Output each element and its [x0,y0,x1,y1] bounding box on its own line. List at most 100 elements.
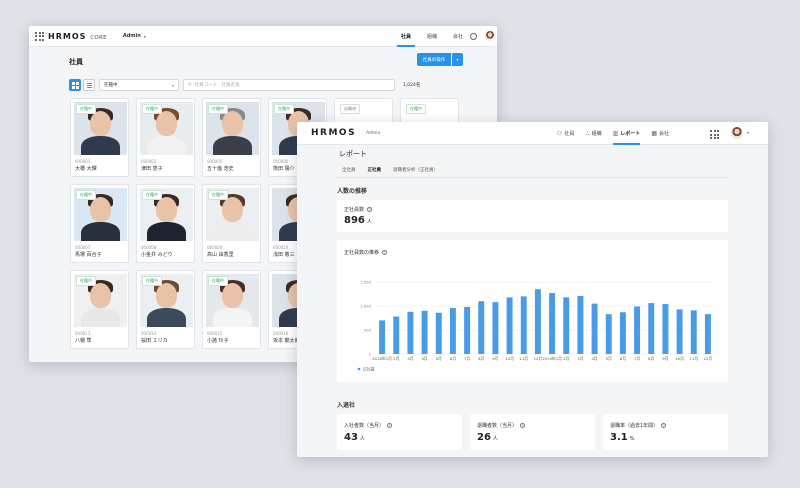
stat-card: 退職率（過去1年間）? 3.1% [603,414,728,450]
employee-action-button[interactable]: 社員の操作 [417,53,451,66]
x-tick-label: 3月 [407,356,413,361]
chart-bar [549,293,556,354]
nav-organization[interactable]: 組織 [423,26,441,47]
employee-name: 津田 恵子 [141,166,163,172]
x-tick-label: 8月 [478,356,484,361]
employee-name: 大橋 大輝 [75,166,97,172]
grid-view-icon[interactable] [69,79,81,91]
x-tick-label: 2月 [563,356,569,361]
status-filter-value: 在籍中 [104,83,118,88]
employee-card[interactable]: 在籍中 000008 小金井 みどり [136,184,195,263]
list-toolbar: 在籍中 ▾ ⚲ 社員コード、社員名等 1,024名 [69,79,420,91]
x-tick-label: 5月 [606,356,612,361]
chart-bar [634,306,641,354]
employee-name: 小諸 玲子 [207,338,229,344]
gear-icon[interactable] [470,33,477,40]
employee-name: 高山 由香里 [207,252,234,258]
employee-name: 八幡 隼 [75,338,92,344]
stat-value: 43 人 [344,432,365,443]
employee-action-group: 社員の操作 ▾ [417,53,463,66]
employee-name: 馬場 百合子 [75,252,102,258]
status-badge: 退職済 [340,104,360,114]
legend-label: 正社員 [363,367,375,372]
tabs-divider [337,177,728,178]
app-launcher-icon[interactable] [35,31,44,41]
status-badge: 在籍中 [142,104,162,114]
main-nav: 社員 組織 会社 [397,26,467,47]
employee-id: 000015 [207,331,223,336]
regular-count-value: 896 人 [344,215,372,226]
employee-id: 000005 [207,159,223,164]
chevron-down-icon[interactable]: ▾ [747,130,749,135]
status-badge: 在籍中 [76,276,96,286]
nav-employees[interactable]: ⚇ 社員 [557,122,574,145]
x-tick-label: 3月 [577,356,583,361]
chart-bar [407,311,414,354]
x-tick-label: 12月 [704,356,713,361]
nav-report[interactable]: ▥ レポート [612,122,640,145]
user-avatar[interactable] [731,127,743,139]
regular-count-panel: 正社員数? 896 人 [337,200,728,232]
chart-bar [591,303,598,354]
action-dropdown-button[interactable]: ▾ [452,53,463,66]
status-badge: 在籍中 [76,104,96,114]
employee-card[interactable]: 在籍中 000007 馬場 百合子 [70,184,129,263]
trend-chart-panel: 正社員数の推移? 1,500 1,000 500 0 2018年1月 2月 3月 4月 5月 6月… [337,240,728,382]
employee-card[interactable]: 在籍中 000015 小諸 玲子 [202,270,261,349]
employee-card[interactable]: 在籍中 000005 五十嵐 浩史 [202,98,261,177]
status-filter-select[interactable]: 在籍中 ▾ [99,79,179,91]
help-icon[interactable]: ? [661,423,667,428]
help-icon[interactable]: ? [387,423,393,428]
chart-bar [605,314,612,354]
employee-id: 000014 [141,331,157,336]
nav-company[interactable]: ▦ 会社 [651,122,669,145]
x-tick-label: 2019年1月 [542,356,562,361]
x-tick-label: 4月 [421,356,427,361]
x-tick-label: 6月 [450,356,456,361]
nav-company[interactable]: 会社 [449,26,467,47]
logo[interactable]: HRMOS CORE [48,32,107,41]
employee-card[interactable]: 在籍中 000014 桜田 エリカ [136,270,195,349]
x-tick-label: 12月 [534,356,543,361]
status-badge: 在籍中 [406,104,426,114]
x-tick-label: 11月 [689,356,698,361]
status-badge: 在籍中 [208,276,228,286]
chart-bar [393,316,400,354]
stat-value: 3.1% [610,432,635,443]
search-icon: ⚲ [188,82,192,88]
help-icon[interactable]: ? [367,207,373,212]
chart-bar [464,306,471,354]
list-view-icon[interactable] [83,79,95,91]
role-selector[interactable]: Admin ▾ [123,33,146,39]
user-avatar[interactable] [485,31,495,41]
chart-bar [690,310,697,354]
employee-id: 000007 [75,245,91,250]
role-label: Admin [366,130,381,136]
chart-bar [478,301,485,354]
app-launcher-icon[interactable] [710,130,719,139]
report-window: HRMOS Admin ⚇ 社員 ⛬ 組織 ▥ レポート ▦ 会社 ▾ レポート 全社員… [297,122,768,457]
org-icon: ⛬ [585,129,590,137]
employee-card[interactable]: 在籍中 000013 八幡 隼 [70,270,129,349]
x-tick-label: 2018年1月 [372,356,392,361]
employee-card[interactable]: 在籍中 000001 大橋 大輝 [70,98,129,177]
logo[interactable]: HRMOS [311,128,356,138]
x-tick-label: 2月 [393,356,399,361]
help-icon[interactable]: ? [520,423,526,428]
x-tick-label: 5月 [436,356,442,361]
stat-label: 入社者数（当月）? [344,423,393,429]
headcount-bar-chart: 1,5001,00050002018年1月 2月 3月 4月 5月 6月 7月 8月 9月 10月… [357,280,715,372]
employee-name: 小金井 みどり [141,252,173,258]
employee-id: 000001 [75,159,91,164]
chart-bar [379,320,386,354]
join-leave-section-title: 入退社 [337,402,356,409]
chart-bar [449,307,456,354]
nav-employees[interactable]: 社員 [397,26,416,47]
x-tick-label: 8月 [648,356,654,361]
search-input[interactable]: ⚲ 社員コード、社員名等 [183,79,395,91]
employee-card[interactable]: 在籍中 000009 高山 由香里 [202,184,261,263]
employee-card[interactable]: 在籍中 000002 津田 恵子 [136,98,195,177]
nav-organization[interactable]: ⛬ 組織 [585,122,601,145]
chart-bar [492,302,499,354]
chart-bar [534,289,541,354]
